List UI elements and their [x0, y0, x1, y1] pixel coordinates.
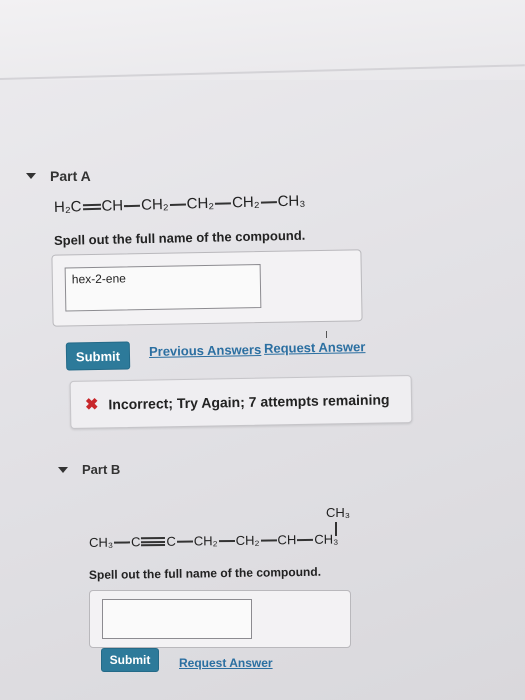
part-b-formula: CH₃ C C CH₂ CH₂ CH CH₃ [89, 532, 339, 550]
part-a-answer-input[interactable]: hex-2-ene [64, 264, 262, 312]
single-bond [260, 538, 277, 542]
part-a-answer-container: hex-2-ene [51, 249, 363, 327]
formula-group: H₂C [53, 198, 82, 216]
part-b-answer-container [89, 590, 351, 648]
formula-group: C [130, 534, 141, 550]
feedback-text: Incorrect; Try Again; 7 attempts remaini… [108, 391, 390, 413]
single-bond [124, 204, 141, 207]
formula-group: CH₃ [314, 531, 339, 547]
text-cursor [326, 331, 327, 338]
part-a-title: Part A [50, 168, 91, 184]
formula-group: CH₃ [277, 192, 306, 211]
formula-group: CH₃ [88, 534, 114, 550]
formula-group: CH [277, 532, 297, 548]
formula-group: CH₂ [235, 532, 260, 548]
part-a-submit-button[interactable]: Submit [65, 341, 131, 371]
part-a-formula: H₂C CH CH₂ CH₂ CH₂ CH₃ [54, 192, 306, 216]
branch-group: CH₃ [326, 505, 351, 520]
single-bond [297, 538, 314, 541]
triple-bond [141, 536, 166, 547]
part-b-prompt: Spell out the full name of the compound. [88, 564, 322, 582]
part-b-submit-button[interactable]: Submit [101, 648, 159, 672]
part-b-answer-input[interactable] [102, 599, 252, 639]
formula-group: CH₂ [140, 196, 169, 214]
x-icon: ✖ [84, 396, 99, 414]
formula-group: CH₂ [186, 194, 215, 213]
part-b-toggle[interactable]: Part B [58, 462, 120, 477]
part-b-request-answer-link[interactable]: Request Answer [179, 656, 273, 670]
formula-group: CH₂ [193, 533, 218, 549]
part-a-prompt: Spell out the full name of the compound. [53, 227, 306, 248]
part-b-title: Part B [82, 462, 121, 477]
caret-down-icon [26, 173, 36, 179]
formula-group: CH₂ [231, 193, 260, 212]
caret-down-icon [58, 466, 68, 473]
single-bond [218, 539, 235, 542]
formula-group: C [166, 533, 176, 549]
single-bond [114, 540, 131, 544]
part-a-feedback-box: ✖ Incorrect; Try Again; 7 attempts remai… [69, 375, 413, 429]
part-a-toggle[interactable]: Part A [26, 168, 91, 184]
double-bond [82, 203, 101, 210]
single-bond [176, 540, 193, 543]
part-a-previous-answers-link[interactable]: Previous Answers [149, 342, 261, 359]
part-a-request-answer-link[interactable]: Request Answer [264, 339, 366, 356]
single-bond [260, 200, 277, 204]
single-bond [215, 201, 232, 205]
single-bond [169, 203, 186, 206]
formula-group: CH [101, 197, 124, 215]
